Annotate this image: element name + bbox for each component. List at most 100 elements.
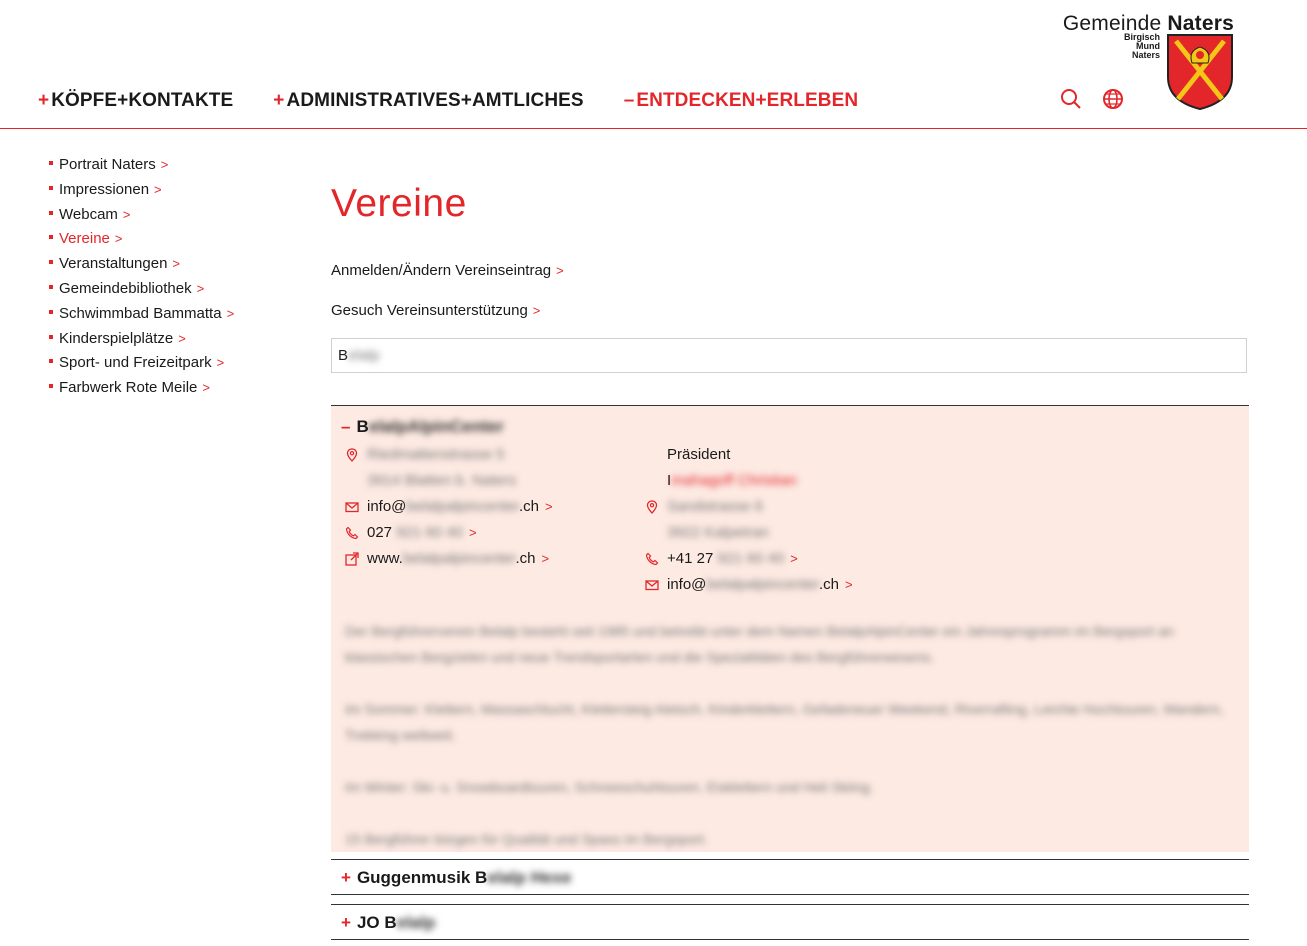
website-link[interactable]: www.belalpalpincenter.ch > <box>331 546 631 572</box>
description-paragraph: Der Bergführerverein Belalp besteht seit… <box>345 623 1174 665</box>
chevron-right-icon: > <box>154 181 162 197</box>
location-pin-icon <box>346 448 358 462</box>
sidebar-item-label: Webcam <box>59 205 118 223</box>
sidebar-item-label: Veranstaltungen <box>59 255 168 273</box>
chevron-right-icon: > <box>790 551 798 566</box>
main-nav: + KÖPFE+KONTAKTE + ADMINISTRATIVES+AMTLICH… <box>38 90 898 112</box>
nav-entdecken-erleben[interactable]: – ENTDECKEN+ERLEBEN <box>624 90 859 112</box>
search-input[interactable]: Belalp <box>331 338 1247 373</box>
entry-title-visible: B <box>356 417 369 436</box>
bullet-icon <box>49 161 53 166</box>
association-entry-collapsed[interactable]: + JO Belalp <box>331 904 1249 940</box>
bullet-icon <box>49 334 53 339</box>
sidebar-item-impressionen[interactable]: Impressionen > <box>49 180 234 205</box>
entry-toggle[interactable]: + JO Belalp <box>341 913 435 933</box>
collapse-icon: – <box>341 417 351 436</box>
entry-title-blurred: elalp Hexe <box>487 868 572 887</box>
location-pin-icon <box>646 500 658 514</box>
president-address-row: Sandstrasse 6 <box>631 494 971 520</box>
chevron-right-icon: > <box>545 499 553 514</box>
sidebar-item-label: Impressionen <box>59 180 150 198</box>
coat-of-arms-logo[interactable] <box>1166 33 1234 111</box>
globe-icon[interactable] <box>1102 88 1124 110</box>
nav-label: ENTDECKEN+ERLEBEN <box>636 90 859 111</box>
address-row: Riedmattenstrasse 5 <box>331 442 631 468</box>
address-line: Sandstrasse 6 <box>667 498 763 515</box>
association-contact: Riedmattenstrasse 5 3914 Blatten b. Nate… <box>331 442 631 572</box>
association-entry-collapsed[interactable]: + Guggenmusik Belalp Hexe <box>331 859 1249 895</box>
envelope-icon <box>345 502 359 513</box>
chevron-right-icon: > <box>845 577 853 592</box>
address-line: 3922 Kalpetran <box>667 524 769 541</box>
sidebar-item-label: Kinderspielplätze <box>59 329 174 347</box>
bullet-icon <box>49 384 53 389</box>
sidebar-item-schwimmbad[interactable]: Schwimmbad Bammatta > <box>49 304 234 329</box>
bullet-icon <box>49 359 53 364</box>
envelope-icon <box>645 580 659 591</box>
link-label: Anmelden/Ändern Vereinseintrag <box>331 262 552 279</box>
brand-name-bold: Naters <box>1167 12 1234 35</box>
phone-icon <box>345 526 359 540</box>
entry-toggle[interactable]: + Guggenmusik Belalp Hexe <box>341 868 571 888</box>
sidebar-item-label: Farbwerk Rote Meile <box>59 379 198 397</box>
sidebar-item-kinderspielplaetze[interactable]: Kinderspielplätze > <box>49 329 234 354</box>
chevron-right-icon: > <box>202 380 210 396</box>
nav-sign: + <box>38 90 50 111</box>
sidebar-item-portrait-naters[interactable]: Portrait Naters > <box>49 155 234 180</box>
president-label: Präsident <box>667 446 731 463</box>
chevron-right-icon: > <box>160 157 169 172</box>
sidebar-item-farbwerk[interactable]: Farbwerk Rote Meile > <box>49 378 234 403</box>
link-label: Gesuch Vereinsunterstützung <box>331 302 528 319</box>
chevron-right-icon: > <box>556 263 564 278</box>
search-typed-text: B <box>338 347 349 364</box>
president-phone-link[interactable]: +41 27 921 60 40 > <box>631 546 971 572</box>
sidebar-item-label: Sport- und Freizeitpark <box>59 354 212 372</box>
email-suffix: .ch <box>819 576 840 593</box>
brand-sub-line: Naters <box>1131 50 1160 60</box>
email-link[interactable]: info@belalpalpincenter.ch > <box>331 494 631 520</box>
address-line: 3914 Blatten b. Naters <box>367 472 517 489</box>
expand-icon: + <box>341 868 351 887</box>
president-name-link[interactable]: Imahagoff Christian <box>631 468 971 494</box>
bullet-icon <box>49 210 53 215</box>
link-gesuch-vereinsunterstuetzung[interactable]: Gesuch Vereinsunterstützung > <box>331 302 540 319</box>
nav-koepfe-kontakte[interactable]: + KÖPFE+KONTAKTE <box>38 90 233 112</box>
sidebar-item-label: Gemeindebibliothek <box>59 279 192 297</box>
chevron-right-icon: > <box>532 303 541 318</box>
entry-title-blurred: elalpAlpinCenter <box>368 417 504 436</box>
phone-blurred: 921 60 40 <box>392 524 463 541</box>
entry-title-blurred: elalp <box>396 913 436 932</box>
description-paragraph: 15 Bergführer bürgen für Qualität und Sp… <box>345 831 708 847</box>
phone-icon <box>645 552 659 566</box>
description-paragraph: Im Sommer: Klettern, Massaschlucht, Klet… <box>345 701 1224 743</box>
president-email-link[interactable]: info@belalpalpincenter.ch > <box>631 572 971 598</box>
sidebar-item-gemeindebibliothek[interactable]: Gemeindebibliothek > <box>49 279 234 304</box>
sidebar-item-sportpark[interactable]: Sport- und Freizeitpark > <box>49 353 234 378</box>
email-prefix: info@ <box>667 576 707 593</box>
chevron-right-icon: > <box>468 525 477 540</box>
sidebar-item-label: Vereine <box>59 230 110 248</box>
nav-sign: + <box>273 90 285 111</box>
sidebar-item-vereine[interactable]: Vereine > <box>49 229 234 254</box>
address-row-2: 3914 Blatten b. Naters <box>331 468 631 494</box>
chevron-right-icon: > <box>122 206 131 222</box>
email-blurred: belalpalpincenter <box>406 498 520 515</box>
chevron-right-icon: > <box>541 551 550 566</box>
nav-administratives-amtliches[interactable]: + ADMINISTRATIVES+AMTLICHES <box>273 90 583 112</box>
bullet-icon <box>49 185 53 190</box>
chevron-right-icon: > <box>114 231 123 247</box>
link-anmelden-vereinseintrag[interactable]: Anmelden/Ändern Vereinseintrag > <box>331 262 564 279</box>
web-prefix: www. <box>367 550 403 567</box>
bullet-icon <box>49 235 53 240</box>
entry-toggle[interactable]: – BelalpAlpinCenter <box>341 417 504 437</box>
email-blurred: belalpalpincenter <box>706 576 820 593</box>
bullet-icon <box>49 260 53 265</box>
search-icon[interactable] <box>1060 88 1082 110</box>
entry-title-visible: Guggenmusik B <box>356 868 488 887</box>
phone-link[interactable]: 027 921 60 40 > <box>331 520 631 546</box>
chevron-right-icon: > <box>216 355 225 371</box>
chevron-right-icon: > <box>196 280 205 296</box>
sidebar-item-webcam[interactable]: Webcam > <box>49 205 234 230</box>
sidebar-item-veranstaltungen[interactable]: Veranstaltungen > <box>49 254 234 279</box>
web-blurred: belalpalpincenter <box>402 550 516 567</box>
